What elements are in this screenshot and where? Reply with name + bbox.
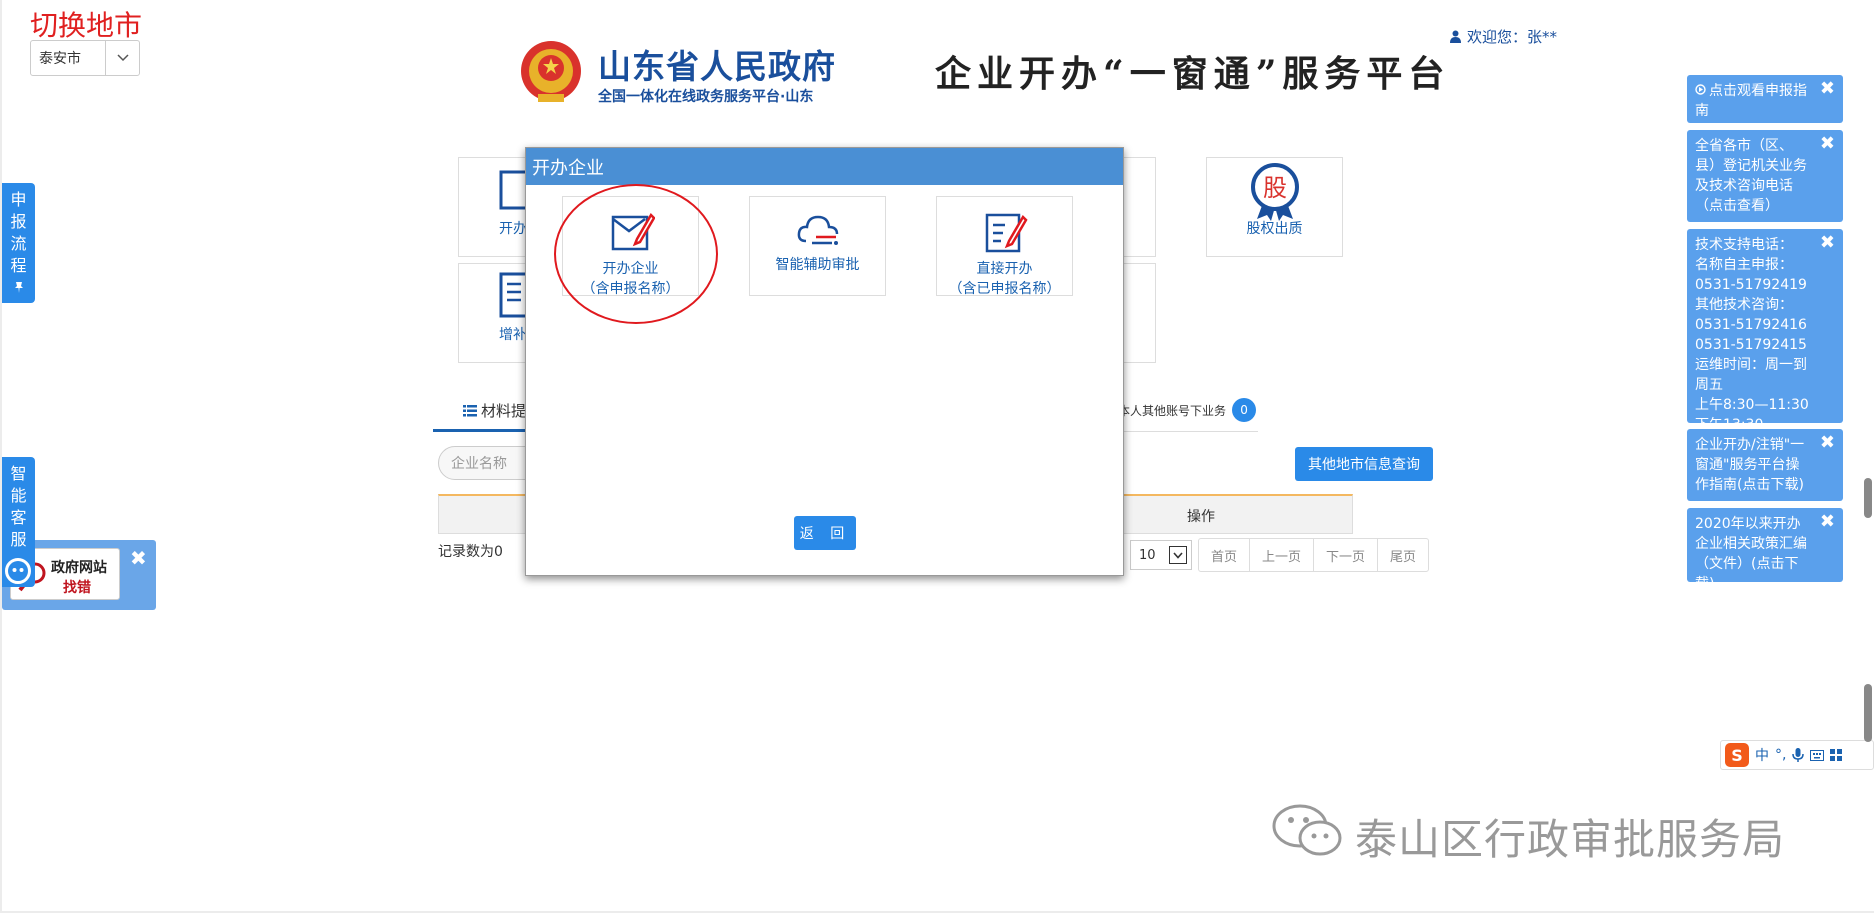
- option-label-line1: 智能辅助审批: [775, 257, 860, 273]
- close-icon[interactable]: ✖: [1820, 79, 1835, 99]
- tab-other-accounts-label: 本人其他账号下业务: [1118, 403, 1227, 418]
- ime-mode[interactable]: 中: [1755, 745, 1769, 765]
- option-label-line2: （含已申报名称）: [948, 281, 1061, 297]
- punctuation-icon[interactable]: °,: [1775, 747, 1786, 763]
- tab-materials-label: 材料提: [481, 402, 527, 420]
- play-circle-icon: [1695, 84, 1706, 95]
- chevron-down-icon[interactable]: [105, 41, 139, 75]
- right-panel-item-text: 企业开办/注销"一窗通"服务平台操作指南(点击下载): [1695, 437, 1805, 493]
- right-panel-item-manual[interactable]: 企业开办/注销"一窗通"服务平台操作指南(点击下载) ✖: [1687, 429, 1843, 501]
- welcome-user[interactable]: 欢迎您：张**: [1450, 26, 1557, 47]
- gov-name[interactable]: 山东省人民政府: [598, 40, 836, 88]
- option-label-line1: 直接开办: [976, 261, 1033, 277]
- equity-glyph: 股: [1263, 174, 1287, 202]
- pin-icon: [14, 282, 23, 293]
- right-panel-item-phones[interactable]: 全省各市（区、县）登记机关业务及技术咨询电话（点击查看） ✖: [1687, 130, 1843, 222]
- service-tab-label: 智能客服: [10, 464, 27, 549]
- tab-other-accounts[interactable]: 本人其他账号下业务 0: [1118, 398, 1257, 422]
- watermark-text: 泰山区行政审批服务局: [1355, 815, 1786, 864]
- microphone-icon[interactable]: [1792, 748, 1805, 762]
- close-icon[interactable]: ✖: [130, 546, 147, 570]
- declaration-flow-tab[interactable]: 申报流程: [2, 183, 35, 303]
- right-panel-item-policy[interactable]: 2020年以来开办企业相关政策汇编（文件）(点击下载) ✖: [1687, 508, 1843, 592]
- count-badge: 0: [1232, 398, 1257, 422]
- ime-toolbar[interactable]: S 中 °,: [1720, 740, 1874, 770]
- company-name-input[interactable]: 企业名称: [438, 446, 538, 480]
- pager-first[interactable]: 首页: [1199, 539, 1251, 571]
- back-button[interactable]: 返 回: [794, 516, 856, 550]
- user-icon: [1450, 30, 1461, 43]
- operation-column-header: 操作: [1187, 509, 1215, 525]
- modal-title: 开办企业: [526, 148, 1123, 185]
- document-edit-icon: [985, 213, 1028, 253]
- national-emblem-icon: [521, 41, 581, 102]
- error-card-line1: 政府网站: [51, 560, 107, 576]
- welcome-text: 欢迎您：张**: [1467, 28, 1558, 46]
- tile-label: 股权出质: [1246, 221, 1303, 237]
- highlight-circle: [554, 184, 718, 324]
- other-city-query-button[interactable]: 其他地市信息查询: [1295, 447, 1433, 481]
- scrollbar[interactable]: [1864, 478, 1872, 518]
- city-select-value: 泰安市: [39, 51, 81, 67]
- cloud-icon: [797, 215, 839, 245]
- option-direct-open[interactable]: 直接开办 （含已申报名称）: [936, 196, 1073, 297]
- city-switch-title: 切换地市: [30, 9, 143, 42]
- robot-icon[interactable]: [3, 556, 33, 586]
- page-size-select[interactable]: 10: [1130, 540, 1192, 570]
- close-icon[interactable]: ✖: [1820, 134, 1835, 154]
- pager-last[interactable]: 尾页: [1378, 539, 1428, 571]
- chevron-down-icon: [1169, 546, 1187, 564]
- page-size-value: 10: [1139, 547, 1156, 563]
- right-panel-item-text: 点击观看申报指南: [1695, 83, 1807, 119]
- page: 切换地市 泰安市 山东省人民政府 全国一体化在线政务服务平台·山东 企业开办“一…: [0, 0, 1874, 913]
- equity-medal-icon: 股: [1251, 163, 1299, 221]
- wechat-icon: [1272, 804, 1342, 856]
- record-count: 记录数为0: [438, 544, 503, 560]
- platform-title: 企业开办“一窗通”服务平台: [935, 53, 1451, 95]
- pagination: 首页 上一页 下一页 尾页: [1198, 538, 1430, 572]
- option-smart-approval[interactable]: 智能辅助审批: [749, 196, 886, 296]
- close-icon[interactable]: ✖: [1820, 512, 1835, 532]
- right-panel-item-guide-video[interactable]: 点击观看申报指南 ✖: [1687, 75, 1843, 123]
- error-card-line2: 找错: [63, 580, 91, 596]
- pager-next[interactable]: 下一页: [1314, 539, 1379, 571]
- tile-equity-pledge[interactable]: 股 股权出质: [1206, 157, 1343, 257]
- right-panel-item-text: 全省各市（区、县）登记机关业务及技术咨询电话（点击查看）: [1695, 138, 1807, 214]
- grid-icon[interactable]: [1830, 749, 1843, 761]
- list-icon: [463, 404, 477, 416]
- close-icon[interactable]: ✖: [1820, 433, 1835, 453]
- pager-prev[interactable]: 上一页: [1250, 539, 1315, 571]
- keyboard-icon[interactable]: [1810, 749, 1825, 761]
- gov-subtitle: 全国一体化在线政务服务平台·山东: [598, 89, 814, 105]
- flow-tab-label: 申报流程: [10, 190, 27, 275]
- scrollbar[interactable]: [1864, 684, 1872, 742]
- right-panel-item-tech-support[interactable]: 技术支持电话： 名称自主申报： 0531-51792419 其他技术咨询： 05…: [1687, 229, 1843, 453]
- sogou-logo-icon: S: [1725, 743, 1749, 767]
- city-select[interactable]: 泰安市: [30, 40, 140, 76]
- close-icon[interactable]: ✖: [1820, 233, 1835, 253]
- right-panel-item-text: 技术支持电话： 名称自主申报： 0531-51792419 其他技术咨询： 05…: [1695, 237, 1809, 453]
- right-panel-item-text: 2020年以来开办企业相关政策汇编（文件）(点击下载): [1695, 516, 1807, 592]
